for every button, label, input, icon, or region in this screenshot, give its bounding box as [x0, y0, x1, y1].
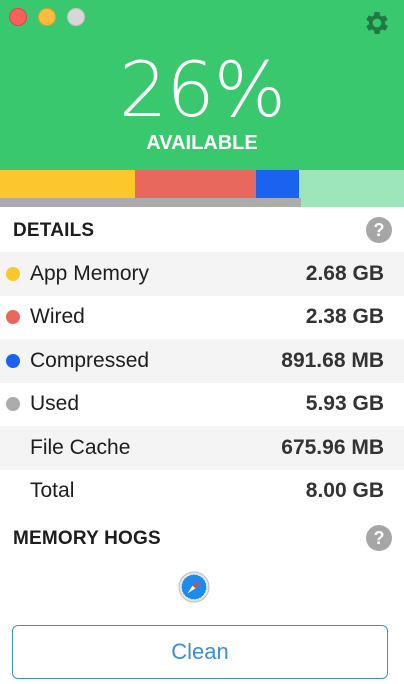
minimize-button[interactable]	[38, 8, 56, 26]
clean-button[interactable]: Clean	[12, 625, 388, 679]
detail-row-used: Used 5.93 GB	[0, 383, 404, 427]
detail-label: Wired	[30, 305, 85, 329]
detail-value: 891.68 MB	[281, 348, 384, 372]
close-button[interactable]	[9, 8, 27, 26]
gear-icon[interactable]	[362, 8, 392, 38]
usage-segment-free	[299, 170, 404, 198]
detail-label: File Cache	[30, 435, 131, 459]
usage-segment-compressed	[255, 170, 300, 198]
detail-row-app-memory: App Memory 2.68 GB	[0, 252, 404, 296]
free-memory-strip	[301, 198, 404, 207]
details-title: DETAILS	[13, 220, 95, 241]
detail-value: 8.00 GB	[305, 479, 384, 503]
detail-row-compressed: Compressed 891.68 MB	[0, 339, 404, 383]
details-list: App Memory 2.68 GB Wired 2.38 GB Compressed 8…	[0, 252, 404, 513]
detail-label: Compressed	[30, 348, 150, 372]
detail-label: Total	[30, 479, 75, 503]
header-panel: 26% AVAILABLE	[0, 0, 404, 170]
detail-value: 2.38 GB	[305, 305, 384, 329]
detail-value: 675.96 MB	[281, 435, 384, 459]
legend-dot-icon	[6, 266, 20, 281]
usage-segment-app-memory	[0, 170, 136, 198]
memory-usage-bar	[0, 170, 404, 198]
detail-value: 2.68 GB	[305, 261, 384, 285]
available-percent: 26%	[119, 45, 286, 134]
memory-hogs-title: MEMORY HOGS	[13, 528, 161, 549]
detail-label: Used	[30, 392, 80, 416]
details-help-button[interactable]: ?	[366, 217, 392, 243]
usage-segment-wired	[135, 170, 256, 198]
window-controls	[9, 8, 85, 26]
available-label: AVAILABLE	[146, 132, 258, 154]
detail-row-total: Total 8.00 GB	[0, 470, 404, 514]
safari-icon[interactable]	[178, 571, 210, 603]
detail-row-wired: Wired 2.38 GB	[0, 296, 404, 340]
memory-hogs-help-button[interactable]: ?	[366, 525, 392, 551]
legend-dot-icon	[6, 397, 20, 412]
detail-row-file-cache: File Cache 675.96 MB	[0, 426, 404, 470]
detail-label: App Memory	[30, 261, 150, 285]
detail-value: 5.93 GB	[305, 392, 384, 416]
used-memory-strip	[0, 198, 301, 207]
legend-dot-icon	[6, 353, 20, 368]
legend-dot-icon	[6, 310, 20, 325]
maximize-button[interactable]	[67, 8, 85, 26]
